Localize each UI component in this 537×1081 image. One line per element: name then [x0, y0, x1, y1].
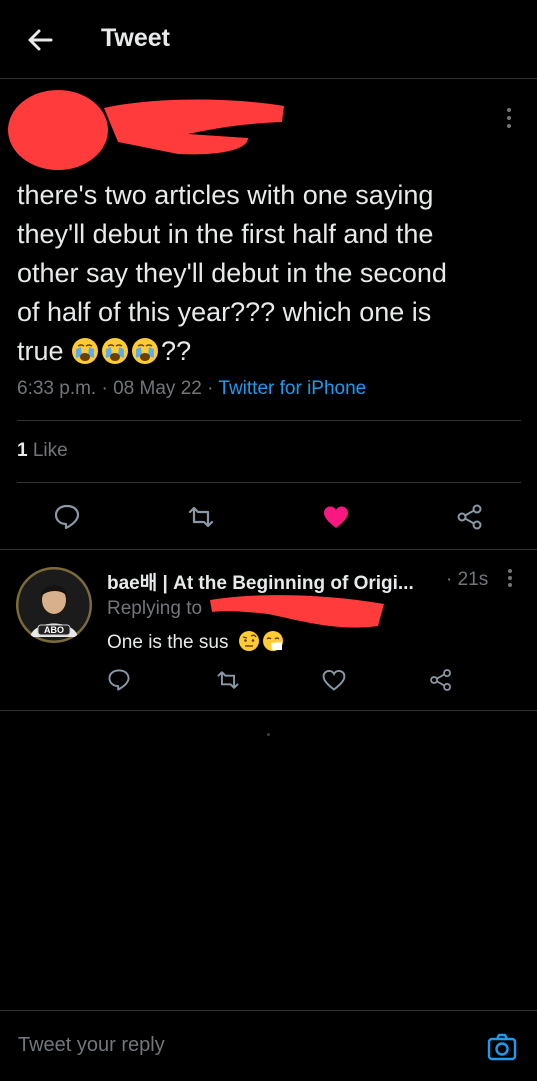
- tweet-text-line: they'll debut in the first half and the: [17, 219, 434, 249]
- loading-dot: [267, 733, 270, 736]
- replying-to-label: Replying to: [107, 598, 203, 619]
- divider: [17, 482, 521, 483]
- heart-icon[interactable]: [321, 502, 351, 532]
- heart-icon[interactable]: [321, 667, 347, 693]
- tweet-date: 08 May 22: [113, 378, 202, 399]
- loudly-crying-face-emoji: [72, 338, 99, 364]
- divider: [17, 420, 521, 421]
- tweet-meta: 6:33 p.m. · 08 May 22 · Twitter for iPho…: [17, 378, 366, 400]
- reply-input[interactable]: [10, 1025, 466, 1065]
- page-title: Tweet: [101, 24, 170, 52]
- reply-text-content: One is the sus: [107, 632, 229, 653]
- loudly-crying-face-emoji: [102, 338, 129, 364]
- camera-icon[interactable]: [486, 1031, 518, 1063]
- meta-separator: ·: [101, 378, 114, 399]
- tweet-source-link[interactable]: Twitter for iPhone: [218, 378, 366, 399]
- like-count: 1: [17, 440, 28, 461]
- avatar-photo: ABO: [16, 567, 92, 643]
- retweet-icon[interactable]: [186, 502, 216, 532]
- top-bar: Tweet: [0, 0, 537, 79]
- tweet-text-line: true ??: [17, 332, 522, 371]
- like-count-label: Like: [32, 440, 68, 461]
- retweet-icon[interactable]: [215, 667, 241, 693]
- avatar[interactable]: ABO: [16, 567, 92, 643]
- tweet-text-line: of half of this year??? which one is: [17, 297, 432, 327]
- redaction-mark: [104, 99, 284, 155]
- reply-composer: [0, 1010, 537, 1081]
- tweet-text-fragment: true: [17, 336, 64, 366]
- share-icon[interactable]: [455, 502, 485, 532]
- sneezing-face-emoji: [262, 631, 283, 651]
- reply-bubble-icon[interactable]: [106, 667, 132, 693]
- tweet-text-line: there's two articles with one saying: [17, 180, 434, 210]
- face-with-raised-eyebrow-emoji: [238, 631, 259, 651]
- meta-separator: ·: [207, 378, 219, 399]
- tweet-text: there's two articles with one saying the…: [17, 176, 522, 371]
- reply-timestamp: · 21s: [446, 569, 489, 590]
- tweet-time: 6:33 p.m.: [17, 378, 97, 399]
- redaction-mark: [210, 595, 384, 628]
- reply-time-value: 21s: [457, 569, 489, 590]
- arrow-left-icon[interactable]: [24, 24, 56, 56]
- share-icon[interactable]: [428, 667, 454, 693]
- more-vertical-icon[interactable]: [503, 104, 515, 132]
- tweet-text-fragment: ??: [161, 336, 192, 366]
- reply-bubble-icon[interactable]: [52, 502, 82, 532]
- tweet-text-line: other say they'll debut in the second: [17, 258, 447, 288]
- loudly-crying-face-emoji: [132, 338, 159, 364]
- reply-text: One is the sus: [107, 630, 286, 654]
- more-vertical-icon[interactable]: [505, 567, 515, 589]
- avatar-badge: ABO: [44, 625, 64, 635]
- like-count-link[interactable]: 1 Like: [17, 440, 68, 462]
